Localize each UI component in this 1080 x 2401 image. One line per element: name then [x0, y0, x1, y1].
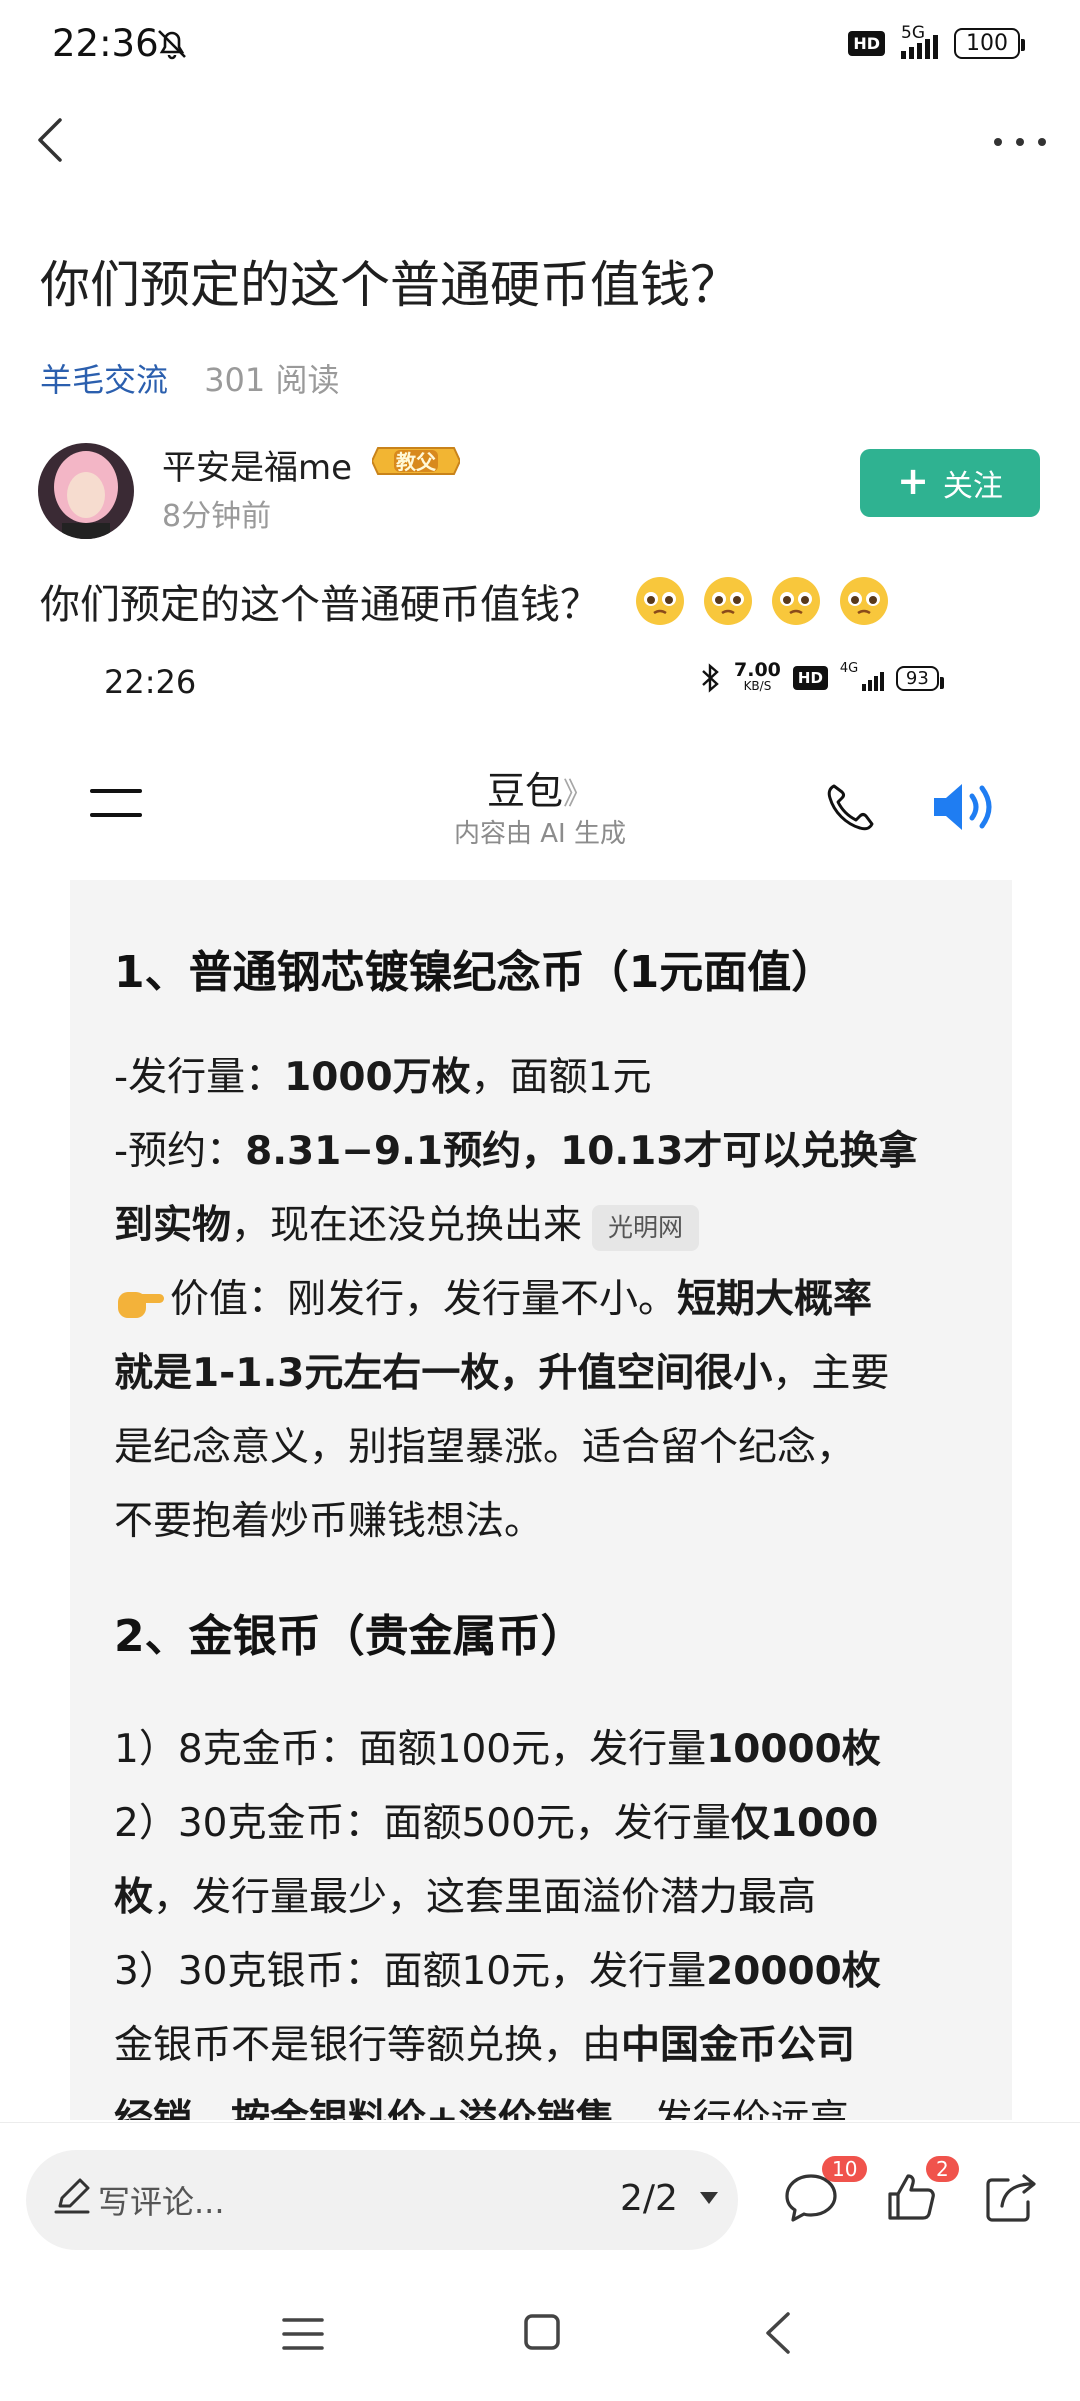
embedded-status-time: 22:26 — [104, 663, 197, 701]
share-icon[interactable] — [982, 2168, 1040, 2226]
net-speed: 7.00 KB/S — [734, 659, 781, 694]
status-right: HD 5G 100 — [848, 23, 1025, 59]
ai-answer-card: 1、普通钢芯镀镍纪念币（1元面值） -发行量：1000万枚，面额1元 -预约：8… — [70, 880, 1012, 2120]
page-indicator[interactable]: 2/2 — [620, 2178, 678, 2219]
embedded-status-right: 7.00 KB/S HD 4G 93 — [700, 659, 944, 694]
answer-line: 到实物，现在还没兑换出来 光明网 — [114, 1189, 984, 1263]
bluetooth-icon — [702, 663, 719, 693]
embedded-hd-badge: HD — [792, 666, 828, 690]
pleading-emoji-icon — [772, 577, 820, 625]
embedded-battery-icon: 93 — [895, 665, 944, 691]
section-heading: 1、普通钢芯镀镍纪念币（1元面值） — [114, 947, 836, 998]
like-count-badge: 2 — [926, 2156, 959, 2182]
answer-line: -预约：8.31−9.1预约，10.13才可以兑换拿 — [114, 1129, 918, 1174]
more-icon[interactable] — [980, 112, 1060, 172]
post-meta: 羊毛交流 301 阅读 — [40, 355, 339, 401]
nav-home-icon[interactable] — [522, 2312, 562, 2352]
nav-back-icon[interactable] — [758, 2310, 798, 2356]
pleading-emoji-icon — [840, 577, 888, 625]
caret-down-icon[interactable] — [698, 2190, 720, 2206]
network-label: 5G — [901, 22, 925, 43]
plus-icon: + — [897, 459, 929, 503]
pleading-emoji-icon — [636, 577, 684, 625]
hd-badge: HD — [848, 31, 885, 56]
ai-note: 内容由 AI 生成 — [454, 819, 626, 849]
author-badge: 教父 — [372, 442, 460, 480]
signal-icon: 5G — [901, 23, 938, 59]
follow-label: 关注 — [942, 469, 1003, 504]
answer-line: -发行量：1000万枚，面额1元 — [114, 1055, 652, 1100]
answer-line: 经销，按金银料价+溢价销售，发行价远高 — [114, 2097, 849, 2120]
answer-line: 1）8克金币：面额100元，发行量10000枚 — [114, 1727, 881, 1772]
embedded-signal-icon: 4G — [840, 661, 884, 691]
status-time: 22:36 — [52, 22, 159, 65]
answer-line: 是纪念意义，别指望暴涨。适合留个纪念， — [114, 1425, 856, 1470]
nav-recents-icon[interactable] — [282, 2316, 324, 2352]
answer-line: 2）30克金币：面额500元，发行量仅1000 — [114, 1801, 879, 1846]
app-title[interactable]: 豆包》 — [0, 760, 1080, 815]
answer-line: 枚，发行量最少，这套里面溢价潜力最高 — [114, 1875, 817, 1920]
source-chip[interactable]: 光明网 — [592, 1204, 700, 1251]
answer-line: 3）30克银币：面额10元，发行量20000枚 — [114, 1949, 881, 1994]
comment-count-badge: 10 — [822, 2156, 868, 2182]
post-body: 你们预定的这个普通硬币值钱？ — [40, 572, 890, 630]
answer-line: 不要抱着炒币赚钱想法。 — [114, 1499, 544, 1544]
read-count: 301 阅读 — [204, 361, 340, 399]
follow-button[interactable]: + 关注 — [860, 449, 1040, 517]
status-bar: 22:36 HD 5G 100 — [0, 0, 1080, 95]
answer-line: 金银币不是银行等额兑换，由中国金币公司 — [114, 2023, 856, 2068]
back-icon[interactable] — [20, 108, 80, 168]
post-title: 你们预定的这个普通硬币值钱？ — [40, 256, 740, 314]
badge-label: 教父 — [396, 450, 436, 474]
author-name[interactable]: 平安是福me — [162, 440, 352, 489]
battery-icon: 100 — [954, 28, 1025, 59]
category-link[interactable]: 羊毛交流 — [40, 361, 168, 399]
comment-placeholder[interactable]: 写评论... — [98, 2177, 225, 2223]
post-time: 8分钟前 — [162, 499, 272, 534]
bell-muted-icon — [158, 30, 186, 60]
pleading-emoji-icon — [704, 577, 752, 625]
speaker-icon[interactable] — [930, 778, 1004, 836]
pen-icon — [54, 2178, 90, 2214]
phone-icon[interactable] — [822, 780, 878, 836]
answer-line: 就是1-1.3元左右一枚，升值空间很小，主要 — [114, 1351, 890, 1396]
answer-line: 价值：刚发行，发行量不小。短期大概率 — [114, 1263, 984, 1337]
avatar[interactable] — [38, 443, 134, 539]
section-heading: 2、金银币（贵金属币） — [114, 1611, 585, 1662]
pointing-hand-icon — [118, 1291, 164, 1318]
post-body-text: 你们预定的这个普通硬币值钱？ — [40, 582, 600, 628]
